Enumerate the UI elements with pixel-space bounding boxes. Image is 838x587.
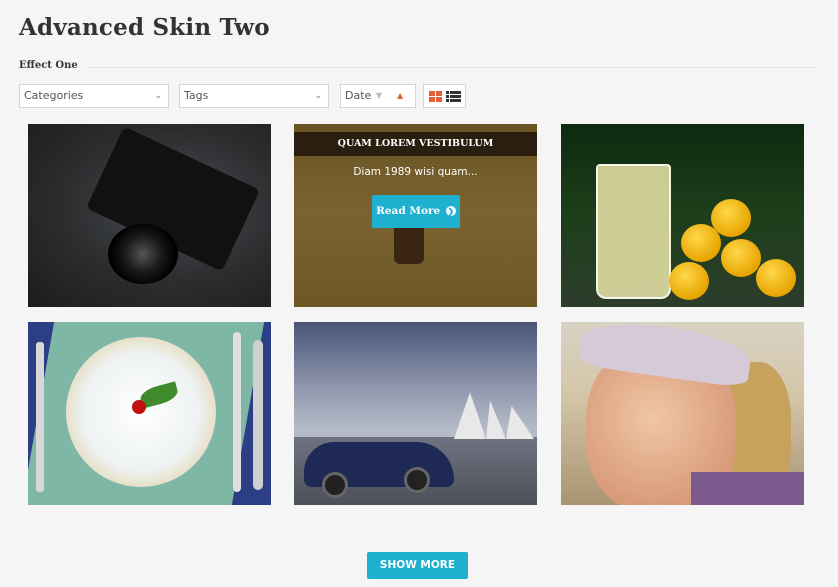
categories-dropdown[interactable]: Categories ⌄ [19,84,169,108]
car-wheel [322,472,348,498]
figure-image [394,224,424,264]
sort-by-date-control[interactable]: Date ▼ ▲ [340,84,416,108]
tags-dropdown-label: Tags [184,89,209,102]
knife [233,332,241,492]
shirt [691,472,804,505]
list-view-icon[interactable] [446,91,461,102]
gallery-item-car[interactable] [294,322,537,505]
show-more-button[interactable]: SHOW MORE [367,552,468,579]
lemon [756,259,796,297]
read-more-label: Read More [376,205,441,217]
chevron-down-icon: ⌄ [314,91,322,101]
lemon [669,262,709,300]
lemon [721,239,761,277]
read-more-button[interactable]: Read More ❯ [372,195,460,228]
sort-dropdown-label: Date [345,89,372,102]
gallery-item-camera[interactable] [28,124,271,307]
section-heading: Effect One [19,60,816,74]
page-title: Advanced Skin Two [19,14,270,41]
camera-lens [108,224,178,284]
section-title: Effect One [19,60,86,71]
opera-house [454,392,534,439]
chevron-down-icon: ⌄ [154,91,162,101]
section-divider [74,67,816,68]
spoon [253,340,263,490]
triangle-down-icon[interactable]: ▼ [376,85,382,107]
gallery-item-plate[interactable] [28,322,271,505]
cherry [132,400,146,414]
grid-view-icon[interactable] [429,91,443,102]
categories-dropdown-label: Categories [24,89,84,102]
tags-dropdown[interactable]: Tags ⌄ [179,84,329,108]
fork [36,342,44,492]
lemon [681,224,721,262]
layout-toggle [423,84,466,108]
triangle-up-icon[interactable]: ▲ [397,85,403,107]
gallery-item-portrait[interactable] [561,322,804,505]
gallery-item-figure[interactable]: QUAM LOREM VESTIBULUM Diam 1989 wisi qua… [294,124,537,307]
car-wheel [404,467,430,493]
gallery-item-lemonade[interactable] [561,124,804,307]
item-description: Diam 1989 wisi quam... [353,166,478,178]
lemonade-glass [596,164,671,299]
arrow-circle-right-icon: ❯ [445,206,456,216]
item-title: QUAM LOREM VESTIBULUM [294,132,537,156]
